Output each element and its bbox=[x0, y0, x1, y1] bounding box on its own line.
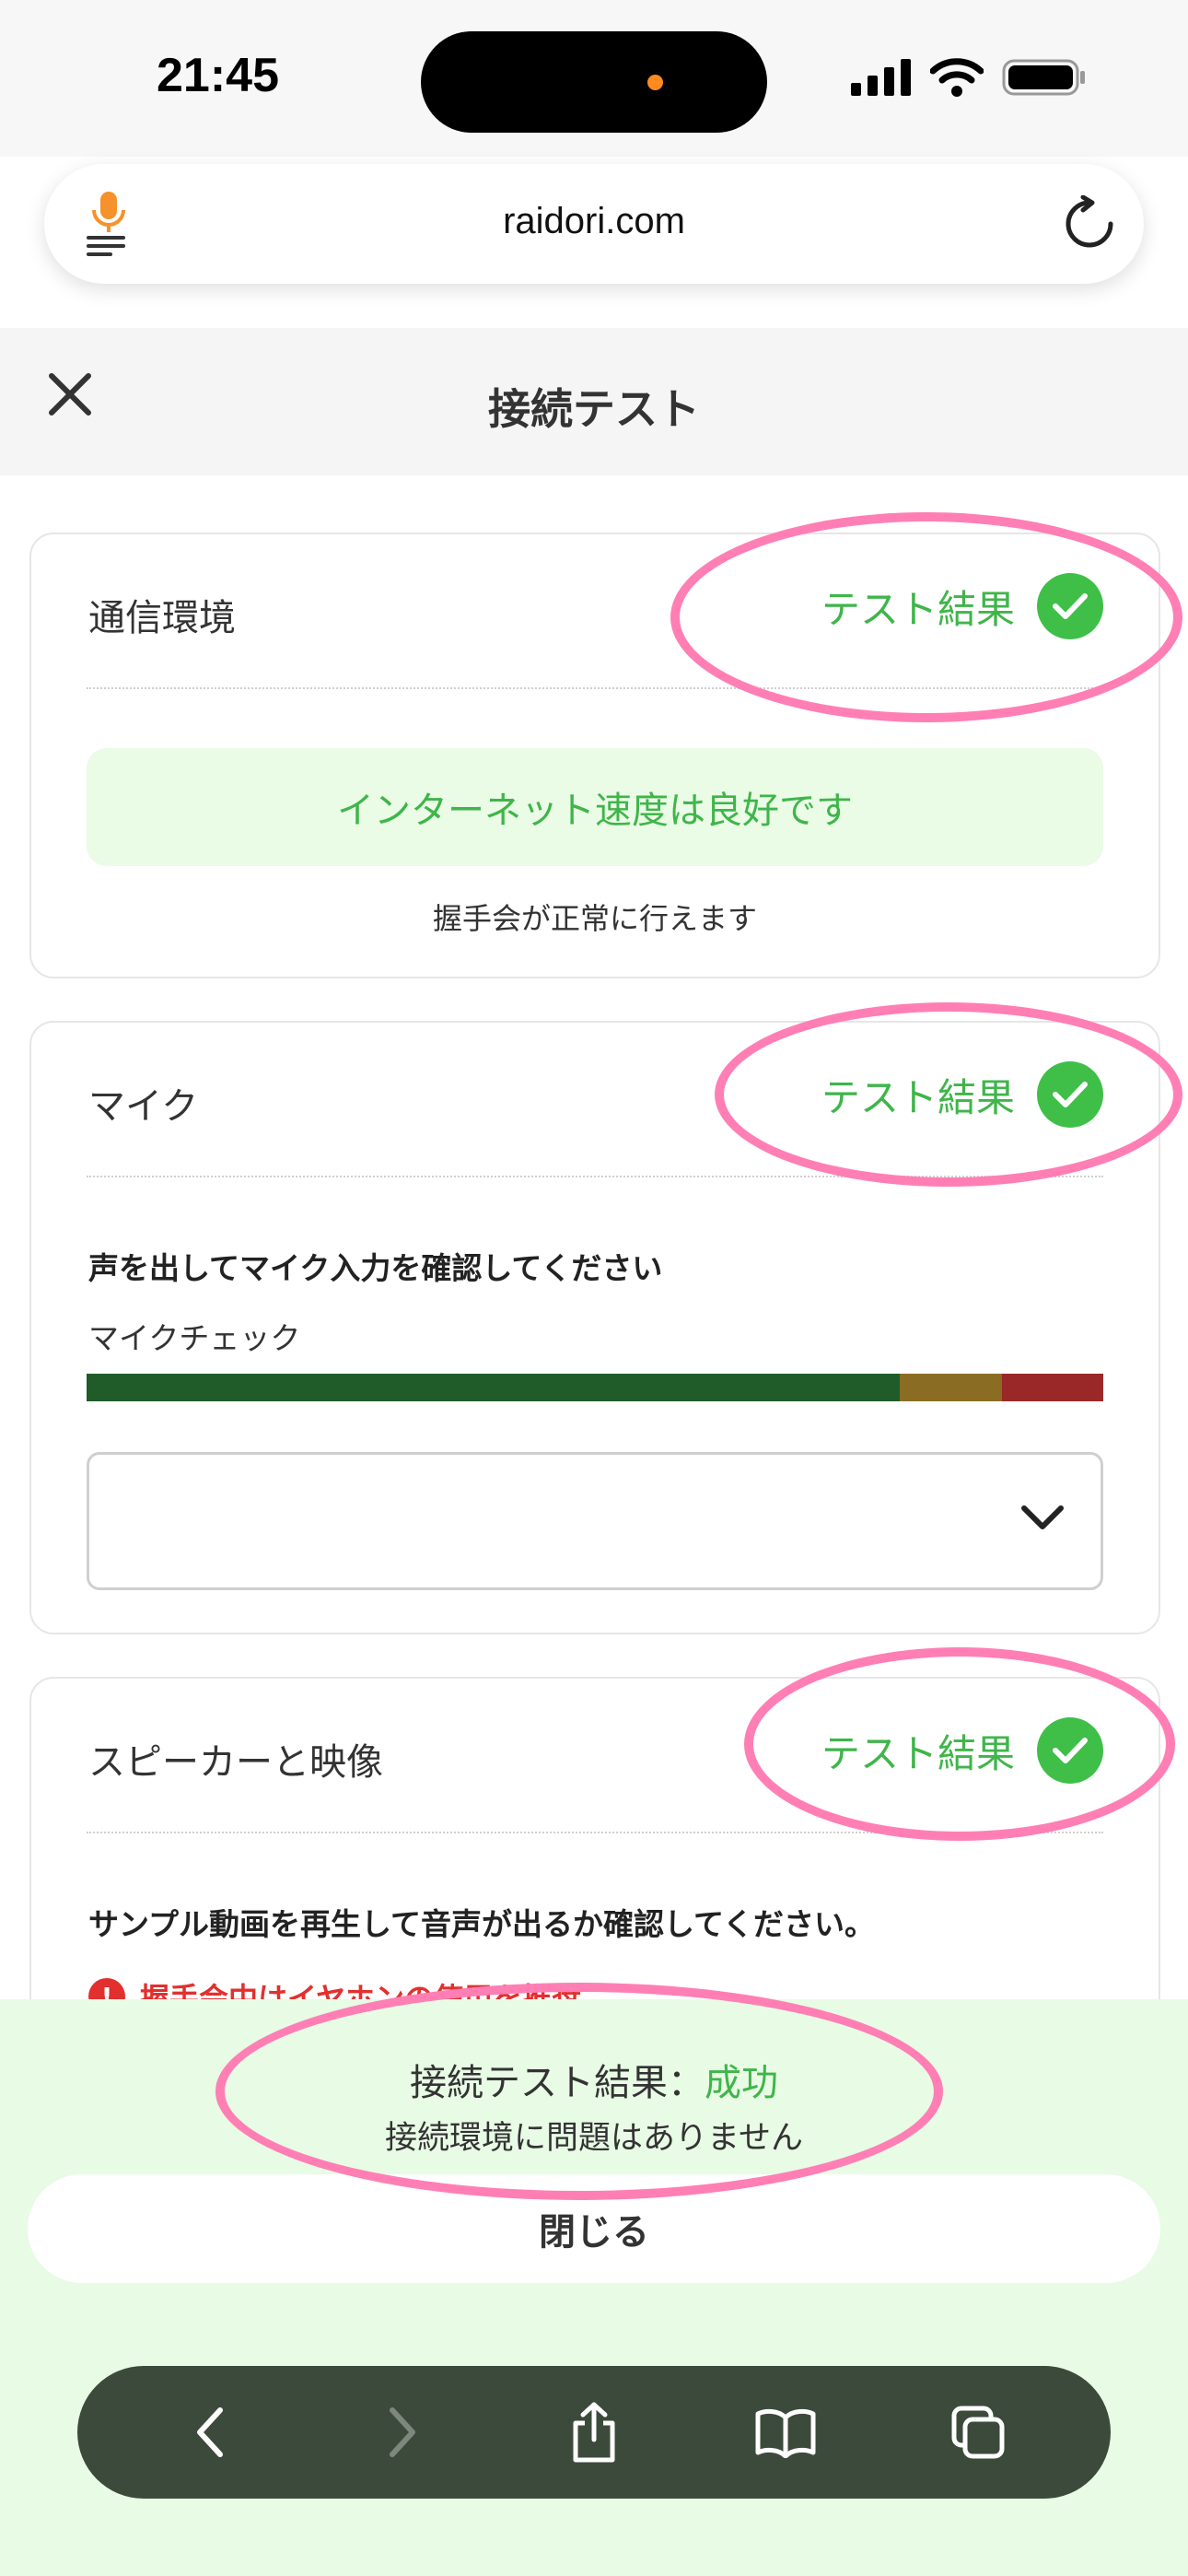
modal-header: 接続テスト bbox=[0, 328, 1188, 475]
highlight-ellipse-speaker bbox=[744, 1647, 1175, 1841]
privacy-indicator-dot bbox=[647, 75, 663, 90]
tabs-button[interactable] bbox=[941, 2395, 1015, 2469]
dynamic-island bbox=[421, 31, 767, 133]
modal-title: 接続テスト bbox=[488, 384, 700, 434]
status-bar: 21:45 bbox=[0, 0, 1188, 157]
chevron-right-icon bbox=[389, 2407, 415, 2457]
reload-icon[interactable] bbox=[1061, 195, 1118, 252]
speaker-card-title: スピーカーと映像 bbox=[88, 1741, 383, 1784]
wifi-icon bbox=[930, 58, 984, 97]
url-text[interactable]: raidori.com bbox=[44, 201, 1144, 242]
battery-icon bbox=[1002, 59, 1085, 96]
mic-level-green-segment bbox=[87, 1374, 901, 1401]
address-bar[interactable]: raidori.com bbox=[44, 164, 1144, 284]
speed-status-subtext: 握手会が正常に行えます bbox=[432, 901, 757, 936]
speaker-instruction: サンプル動画を再生して音声が出るか確認してください。 bbox=[88, 1906, 876, 1942]
mic-instruction: 声を出してマイク入力を確認してください bbox=[88, 1250, 663, 1286]
mic-level-yellow-segment bbox=[900, 1374, 1002, 1401]
chevron-down-icon[interactable] bbox=[1020, 1504, 1065, 1531]
share-button[interactable] bbox=[557, 2395, 631, 2469]
speed-status-box: インターネット速度は良好です bbox=[87, 748, 1103, 866]
mic-card-title: マイク bbox=[88, 1085, 199, 1128]
cellular-signal-icon bbox=[851, 59, 911, 96]
highlight-ellipse-result bbox=[215, 1983, 943, 2200]
mic-device-select[interactable] bbox=[87, 1452, 1103, 1590]
bookmarks-icon bbox=[755, 2408, 816, 2458]
share-icon bbox=[573, 2402, 615, 2463]
mic-level-red-segment bbox=[1001, 1374, 1103, 1401]
network-card-title: 通信環境 bbox=[88, 597, 236, 639]
tabs-icon bbox=[951, 2406, 1005, 2459]
bookmarks-button[interactable] bbox=[749, 2395, 822, 2469]
highlight-ellipse-mic bbox=[715, 1002, 1182, 1187]
status-time: 21:45 bbox=[157, 49, 279, 102]
mic-level-meter bbox=[87, 1374, 1103, 1401]
chevron-left-icon bbox=[197, 2407, 224, 2457]
highlight-ellipse-network bbox=[670, 512, 1182, 722]
forward-button[interactable] bbox=[366, 2395, 439, 2469]
mic-check-label: マイクチェック bbox=[88, 1320, 301, 1356]
browser-toolbar bbox=[77, 2366, 1111, 2499]
back-button[interactable] bbox=[173, 2395, 247, 2469]
status-icons bbox=[851, 57, 1087, 98]
